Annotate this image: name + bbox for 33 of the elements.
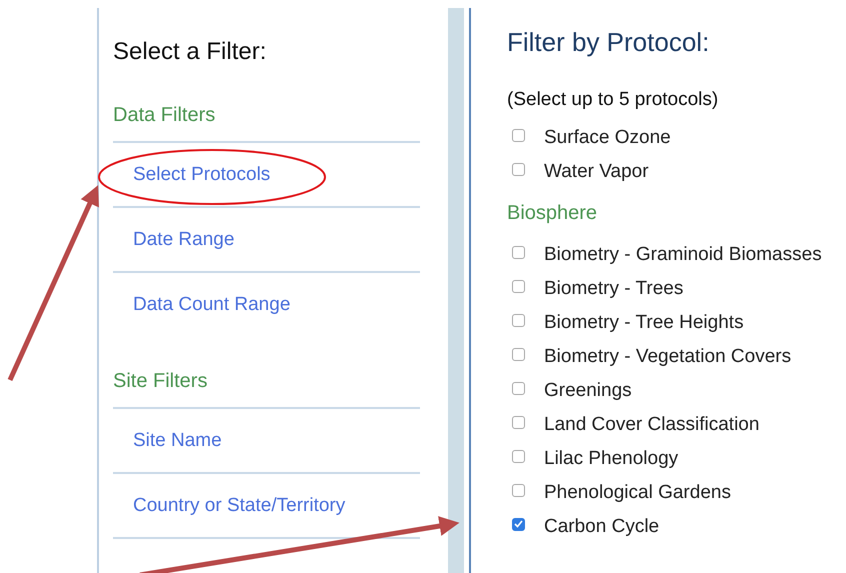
hint-text: (Select up to 5 protocols) — [507, 88, 720, 112]
sidebar-title: Select a Filter: — [113, 37, 268, 67]
checkbox[interactable] — [512, 348, 525, 360]
section-heading: Site Filters — [113, 369, 208, 394]
checkbox[interactable] — [512, 314, 525, 326]
checkbox-label[interactable]: Biometry - Vegetation Covers — [544, 346, 792, 368]
checkbox-label[interactable]: Biometry - Graminoid Biomasses — [544, 244, 822, 266]
checkbox-label[interactable]: Biometry - Trees — [544, 278, 684, 300]
checkbox[interactable] — [512, 246, 525, 258]
checkbox[interactable] — [512, 128, 525, 142]
filter-link[interactable]: Data Count Range — [113, 271, 420, 336]
checkbox[interactable] — [512, 484, 525, 496]
checkbox-label[interactable]: Biometry - Tree Heights — [544, 312, 744, 334]
checkbox-label[interactable]: Water Vapor — [544, 161, 649, 183]
section-heading: Data Filters — [113, 103, 216, 128]
filter-link[interactable]: Country or State/Territory — [113, 472, 420, 537]
checkbox-label[interactable]: Greenings — [544, 380, 632, 402]
filter-link[interactable]: Select Protocols — [113, 141, 420, 206]
checkbox-label[interactable]: Land Cover Classification — [544, 414, 760, 436]
filter-link[interactable]: Site Name — [113, 407, 420, 472]
checkbox-label[interactable]: Lilac Phenology — [544, 448, 678, 470]
checkbox-label[interactable]: Phenological Gardens — [544, 482, 731, 504]
checkbox[interactable] — [512, 416, 525, 428]
checkbox[interactable] — [512, 518, 525, 530]
panel-title: Filter by Protocol: — [507, 26, 710, 58]
checkbox[interactable] — [512, 382, 525, 394]
checkbox[interactable] — [512, 280, 525, 292]
checkbox-label[interactable]: Carbon Cycle — [544, 516, 660, 538]
checkbox[interactable] — [512, 162, 525, 176]
filter-link[interactable]: Date Range — [113, 206, 420, 271]
checkbox[interactable] — [512, 450, 525, 462]
checkbox-label[interactable]: Surface Ozone — [544, 127, 671, 149]
group-heading: Biosphere — [507, 201, 598, 225]
